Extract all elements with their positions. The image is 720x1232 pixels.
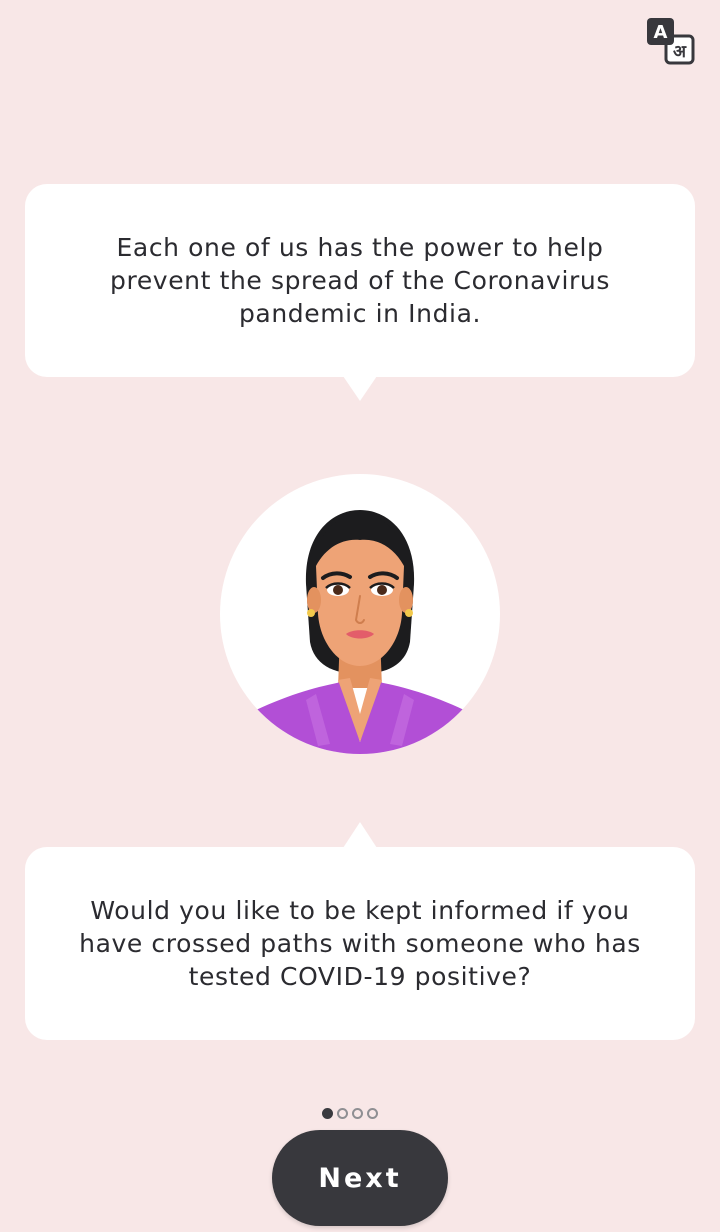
woman-avatar-illustration <box>256 510 464 754</box>
question-bubble-tail <box>343 822 377 848</box>
language-glyph-latin: A <box>654 22 668 43</box>
next-button[interactable]: Next <box>272 1130 448 1226</box>
question-speech-bubble: Would you like to be kept informed if yo… <box>25 847 695 1040</box>
avatar <box>220 474 500 754</box>
language-glyph-devanagari: अ <box>673 42 687 62</box>
page-dot-4 <box>367 1108 378 1119</box>
page-dot-2 <box>337 1108 348 1119</box>
page-dot-1-active <box>322 1108 333 1119</box>
next-button-label: Next <box>318 1162 402 1194</box>
page-indicator <box>322 1108 378 1119</box>
page-dot-3 <box>352 1108 363 1119</box>
language-toggle-button[interactable]: अ A <box>645 16 695 66</box>
intro-message-text: Each one of us has the power to help pre… <box>110 233 610 328</box>
translate-icon: अ A <box>647 18 695 65</box>
question-message-text: Would you like to be kept informed if yo… <box>79 896 641 991</box>
intro-speech-bubble: Each one of us has the power to help pre… <box>25 184 695 377</box>
intro-bubble-tail <box>343 376 377 401</box>
